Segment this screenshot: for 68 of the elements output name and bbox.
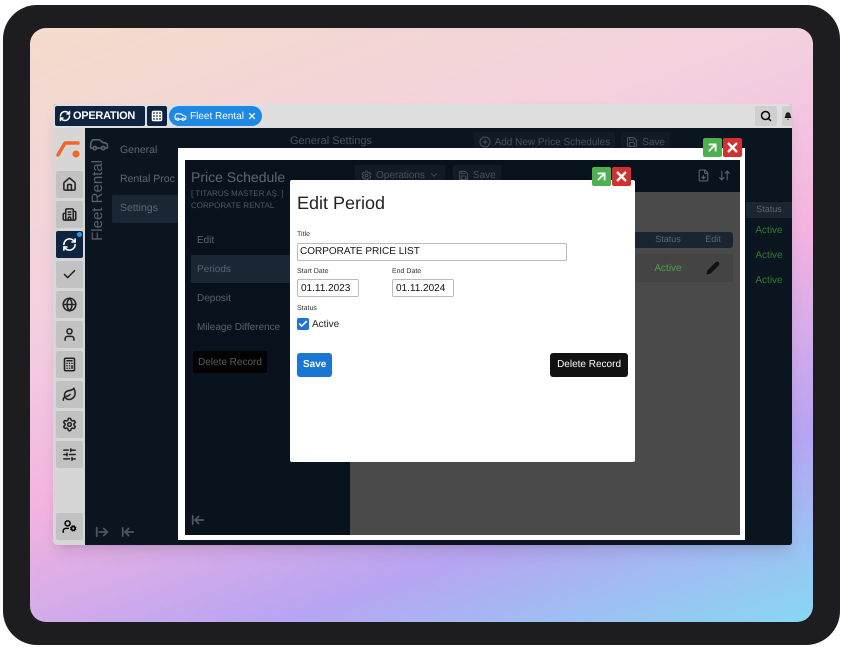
sync-icon (59, 110, 71, 122)
bell-icon (784, 112, 792, 120)
column-header: Edit (704, 233, 722, 246)
collapse-arrow-icon[interactable] (191, 513, 205, 527)
column-header: Status (654, 233, 682, 246)
user-icon (62, 327, 76, 342)
check-icon (298, 319, 308, 329)
calculator-icon (62, 357, 76, 372)
grid-icon (151, 110, 163, 122)
content-header: General Settings (290, 134, 372, 149)
settings-icon (62, 417, 76, 432)
gear-icon (361, 170, 372, 180)
delete-record-button[interactable]: Delete Record (550, 352, 628, 376)
checkbox-label: Active (312, 318, 340, 332)
status-cell-text: Active (754, 274, 784, 288)
maximize-button[interactable] (703, 138, 722, 157)
table-header: Status (746, 202, 792, 218)
status-cell-text: Active (653, 262, 683, 276)
save-button[interactable]: Save (297, 352, 332, 376)
sidebar-item[interactable] (56, 171, 82, 198)
app-tab[interactable]: Fleet Rental (169, 106, 262, 126)
save-icon (458, 170, 469, 180)
apps-grid-button[interactable] (147, 106, 167, 126)
notification-button[interactable] (782, 106, 792, 126)
user-settings-button[interactable] (56, 513, 82, 540)
sidebar-item[interactable] (56, 261, 82, 288)
status-cell-text: Active (754, 224, 784, 238)
subtitle-text: CORPORATE RENTAL (191, 200, 274, 212)
sidebar-item[interactable] (56, 201, 82, 228)
status-cell-text: Active (754, 249, 784, 263)
sidebar-item[interactable] (56, 321, 82, 348)
module-button[interactable]: OPERATION (55, 106, 145, 126)
sidebar-item[interactable] (56, 351, 82, 378)
collapse-arrow-icon[interactable] (121, 525, 135, 539)
subtitle-text: [ TITARUS MASTER AŞ. ] (191, 188, 284, 200)
dialog-title: Price Schedule (191, 168, 286, 187)
sliders-icon (62, 447, 76, 462)
end-date-field[interactable]: 01.11.2024 (392, 279, 454, 297)
plus-icon (478, 136, 491, 148)
close-icon[interactable] (246, 111, 257, 121)
close-button[interactable] (723, 138, 742, 157)
building-icon (62, 207, 76, 222)
active-checkbox[interactable] (297, 318, 309, 330)
globe-icon (62, 297, 76, 312)
delete-record-button[interactable]: Delete Record (193, 351, 267, 373)
maximize-button[interactable] (592, 167, 611, 186)
save-icon (626, 136, 638, 148)
leaf-icon (62, 387, 76, 402)
home-icon (62, 177, 76, 192)
sync-icon (62, 237, 76, 252)
close-icon (614, 169, 629, 184)
title-field[interactable]: CORPORATE PRICE LIST (297, 242, 567, 260)
close-button[interactable] (612, 167, 631, 186)
sidebar-item[interactable] (56, 411, 82, 438)
sidebar-item[interactable] (56, 441, 82, 468)
close-icon (725, 140, 740, 155)
sidebar-item[interactable] (56, 381, 82, 408)
start-date-field[interactable]: 01.11.2023 (297, 279, 359, 297)
file-download-icon[interactable] (697, 169, 710, 182)
search-icon (760, 110, 772, 122)
sort-icon[interactable] (718, 169, 731, 182)
tab-label: Fleet Rental (190, 110, 244, 124)
sidebar-item[interactable] (56, 291, 82, 318)
sidebar-item[interactable] (56, 231, 82, 258)
user-settings-icon (62, 519, 76, 534)
search-button[interactable] (755, 106, 777, 126)
module-title: Fleet Rental (88, 160, 108, 241)
dialog-title: Edit Period (297, 192, 386, 214)
